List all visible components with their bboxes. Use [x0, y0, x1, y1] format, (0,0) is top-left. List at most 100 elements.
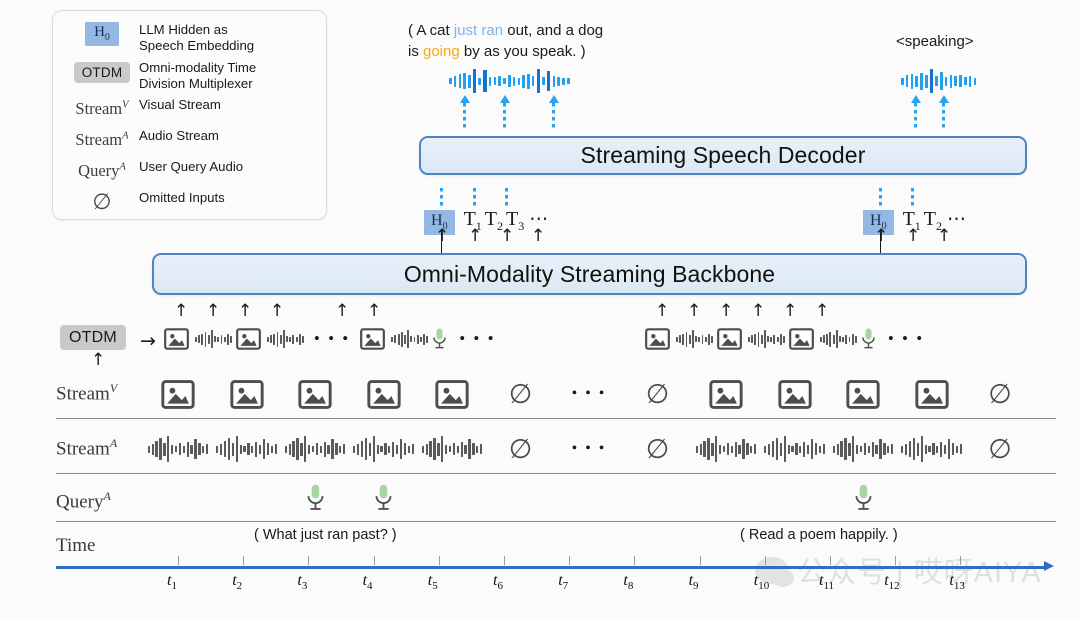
time-tick-label: t7 — [558, 572, 569, 593]
stream-image-icon — [904, 374, 960, 414]
stream-audio-icon — [284, 429, 346, 469]
stream-v-row: ∅ • • • ∅ ∅ — [150, 374, 1060, 416]
otdm-ellipsis: • • • — [313, 329, 351, 348]
otdm-mic-icon — [861, 328, 876, 350]
time-tick-label: t3 — [297, 572, 308, 593]
time-tick-label: t1 — [167, 572, 177, 593]
row-label-time: Time — [56, 535, 96, 556]
token-to-decoder-line-5 — [911, 188, 914, 206]
otdm-image-icon — [164, 328, 189, 350]
legend-item-hidden: H0 LLM Hidden as Speech Embedding — [65, 21, 314, 53]
legend-panel: H0 LLM Hidden as Speech Embedding OTDM O… — [52, 10, 327, 220]
time-tick — [634, 556, 636, 565]
caption-left-part3: is — [408, 43, 423, 60]
streaming-speech-decoder-box[interactable]: Streaming Speech Decoder — [419, 136, 1027, 175]
row-label-query-a: QueryA — [56, 489, 111, 513]
time-tick — [308, 556, 310, 565]
stream-a-row: ∅ • • • ∅ ∅ — [147, 429, 1060, 471]
time-tick-label: t11 — [819, 572, 835, 593]
omitted-input-icon: ∅ — [645, 433, 670, 464]
time-tick-label: t5 — [427, 572, 438, 593]
otdm-badge-icon: OTDM — [65, 59, 139, 85]
otdm-trailing-ellipsis: • • • — [887, 329, 925, 348]
backbone-to-token-arrow-2: ↑ — [468, 226, 483, 246]
stream-audio-icon — [147, 429, 209, 469]
legend-item-query-a: QueryA User Query Audio — [65, 158, 314, 184]
caption-left-part4: by as you speak. ) — [459, 43, 586, 60]
row-divider-1 — [56, 418, 1056, 419]
row-label-stream-a: StreamA — [56, 436, 118, 460]
token-to-decoder-line-4 — [879, 188, 882, 206]
speech-waveform-right — [901, 68, 977, 94]
time-tick — [830, 556, 831, 565]
dotted-arrow-up-3 — [548, 95, 559, 131]
time-tick-label: t4 — [362, 572, 373, 593]
otdm-audio-icon — [266, 330, 304, 348]
legend-label-stream-a: Audio Stream — [139, 128, 219, 143]
legend-label-otdm: Omni-modality Time Division Multiplexer — [139, 60, 257, 91]
stream-audio-icon — [901, 429, 962, 469]
stream-image-icon — [150, 374, 206, 414]
dotted-arrow-up-5 — [938, 95, 949, 131]
otdm-mic-icon — [432, 328, 447, 350]
backbone-to-token-arrow-7: ↑ — [937, 226, 952, 246]
otdm-to-backbone-arrow-5: ↑ — [335, 301, 350, 321]
otdm-to-backbone-arrow-7: ↑ — [655, 301, 670, 321]
otdm-audio-icon — [195, 330, 232, 348]
row-divider-3 — [56, 521, 1056, 522]
otdm-audio-icon — [676, 330, 713, 348]
row-label-stream-v: StreamV — [56, 381, 118, 405]
time-tick — [438, 556, 440, 565]
query-a-row — [150, 478, 1060, 518]
user-query-mic-icon — [835, 478, 891, 518]
time-tick — [960, 556, 962, 565]
dotted-arrow-up-2 — [499, 95, 510, 131]
stream-image-icon — [287, 374, 343, 414]
otdm-to-backbone-arrow-11: ↑ — [783, 301, 798, 321]
stream-audio-icon — [695, 429, 757, 469]
empty-cell — [424, 478, 480, 518]
otdm-to-backbone-arrow-10: ↑ — [751, 301, 766, 321]
legend-item-omitted: ∅ Omitted Inputs — [65, 189, 314, 215]
query-caption-left: ( What just ran past? ) — [254, 527, 397, 543]
time-tick — [243, 556, 245, 565]
time-tick — [178, 556, 179, 565]
caption-left-highlight-blue: just ran — [453, 22, 504, 39]
omitted-input-icon: ∅ — [988, 433, 1012, 464]
time-tick — [764, 556, 766, 565]
omni-modality-streaming-backbone-box[interactable]: Omni-Modality Streaming Backbone — [152, 253, 1027, 295]
query-caption-right: ( Read a poem happily. ) — [740, 527, 898, 543]
empty-cell — [972, 478, 1028, 518]
stream-audio-icon — [832, 429, 894, 469]
otdm-image-icon — [645, 328, 670, 350]
row-ellipsis: • • • — [571, 440, 607, 457]
dotted-arrow-up-4 — [910, 95, 921, 131]
otdm-to-backbone-arrow-2: ↑ — [206, 301, 221, 321]
stream-audio-icon — [216, 429, 277, 469]
otdm-image-icon — [788, 328, 814, 350]
token-to-decoder-line-1 — [440, 188, 443, 206]
time-tick-label: t9 — [688, 572, 699, 593]
otdm-label: OTDM — [60, 325, 126, 350]
time-tick — [569, 556, 571, 565]
stream-v-symbol-icon: StreamV — [75, 99, 129, 118]
otdm-image-icon — [360, 328, 386, 350]
otdm-audio-icon — [391, 330, 429, 348]
otdm-to-backbone-arrow-4: ↑ — [270, 301, 285, 321]
otdm-trailing-ellipsis: • • • — [459, 329, 496, 348]
stream-a-symbol-icon: StreamA — [75, 130, 129, 149]
backbone-h0-connector-right — [880, 231, 882, 254]
otdm-audio-icon — [819, 330, 857, 348]
time-tick — [504, 556, 505, 565]
otdm-badge[interactable]: OTDM — [60, 325, 126, 350]
stream-audio-icon — [353, 429, 414, 469]
row-ellipsis: • • • — [571, 385, 607, 402]
otdm-sequence-left: • • • • • • — [164, 328, 496, 350]
empty-cell — [767, 478, 823, 518]
backbone-to-token-arrow-4: ↑ — [531, 226, 546, 246]
stream-audio-icon — [764, 429, 825, 469]
query-a-symbol-icon: QueryA — [78, 161, 126, 180]
otdm-to-backbone-arrow-1: ↑ — [174, 301, 189, 321]
empty-cell — [698, 478, 754, 518]
empty-cell — [219, 478, 275, 518]
